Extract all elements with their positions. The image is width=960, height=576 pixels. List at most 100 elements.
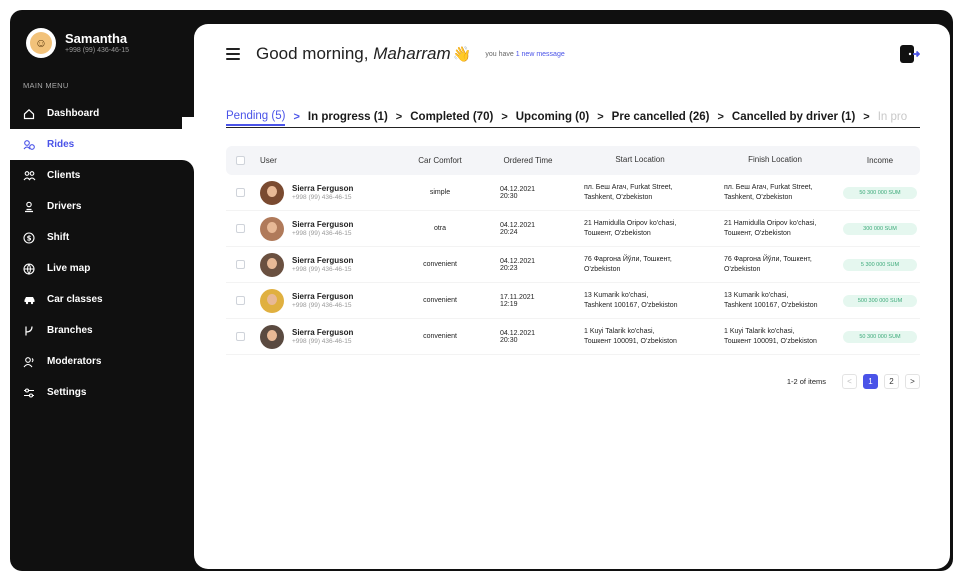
row-checkbox[interactable]: [235, 260, 245, 269]
tab-in-process[interactable]: In pro: [878, 111, 907, 123]
greeting-name: Maharram: [373, 44, 451, 63]
message-prefix: you have: [485, 50, 516, 58]
sidebar-item-label: Rides: [47, 139, 75, 150]
avatar-face-icon: ☺: [30, 32, 52, 54]
income-badge: 50 300 000 SUM: [843, 186, 917, 199]
sidebar-item-moderators[interactable]: Moderators: [10, 346, 194, 377]
chevron-right-icon: >: [501, 110, 508, 123]
user-avatar: [260, 252, 284, 277]
globe-icon: [22, 262, 36, 276]
sidebar-item-car-classes[interactable]: Car classes: [10, 284, 194, 315]
user-name: Sierra Ferguson: [292, 220, 354, 229]
sidebar-item-label: Live map: [47, 263, 91, 274]
sidebar-item-label: Shift: [47, 232, 70, 243]
column-header-finish[interactable]: Finish Location: [710, 155, 840, 165]
branch-icon: [22, 324, 36, 338]
sidebar-item-label: Car classes: [47, 294, 103, 305]
select-all-checkbox[interactable]: [235, 156, 245, 165]
sidebar-item-label: Settings: [47, 387, 87, 398]
car-comfort: otra: [433, 225, 447, 232]
table-row[interactable]: Sierra Ferguson +998 (99) 436-46-15 conven…: [226, 247, 920, 283]
home-icon: [22, 107, 36, 121]
income-badge: 300 000 SUM: [843, 222, 917, 235]
sidebar-item-settings[interactable]: Settings: [10, 377, 194, 408]
user-name: Sierra Ferguson: [292, 292, 354, 301]
table-row[interactable]: Sierra Ferguson +998 (99) 436-46-15 conven…: [226, 283, 920, 319]
user-phone: +998 (99) 436-46-15: [292, 338, 352, 345]
avatar: ☺: [26, 28, 56, 58]
dollar-icon: $: [22, 231, 36, 245]
sidebar-item-label: Drivers: [47, 201, 82, 212]
table-row[interactable]: Sierra Ferguson +998 (99) 436-46-15 otra 04…: [226, 211, 920, 247]
sidebar-item-clients[interactable]: Clients: [10, 160, 194, 191]
driver-icon: [22, 200, 36, 214]
chevron-right-icon: >: [293, 110, 300, 123]
tab-in-progress[interactable]: In progress (1): [308, 111, 388, 123]
moderators-icon: [22, 355, 36, 369]
start-location-line2: Tashkent 100167, O'zbekiston: [584, 301, 678, 309]
finish-location-line2: Тошкент 100091, O'zbekiston: [724, 337, 817, 345]
chevron-right-icon: >: [395, 110, 403, 123]
user-avatar: [260, 324, 284, 349]
column-header-user[interactable]: User: [254, 156, 394, 165]
ordered-time: 20:30: [500, 336, 518, 344]
column-header-comfort[interactable]: Car Comfort: [394, 156, 486, 165]
menu-title: MAIN MENU: [23, 81, 69, 90]
ordered-time: 20:23: [500, 264, 518, 272]
start-location-line2: Тошкент 100091, O'zbekiston: [584, 337, 677, 345]
chevron-right-icon: >: [717, 110, 724, 123]
row-checkbox[interactable]: [235, 332, 245, 341]
sidebar-item-branches[interactable]: Branches: [10, 315, 194, 346]
tab-upcoming[interactable]: Upcoming (0): [516, 111, 589, 123]
start-location-line1: 13 Kumarik ko'chasi,: [584, 292, 649, 300]
row-checkbox[interactable]: [235, 224, 245, 233]
sidebar-item-label: Moderators: [47, 356, 102, 367]
tab-cancelled-by-driver[interactable]: Cancelled by driver (1): [732, 111, 855, 123]
ordered-time: 20:24: [500, 228, 518, 236]
column-header-start[interactable]: Start Location: [570, 155, 710, 165]
next-page-button[interactable]: >: [905, 374, 920, 389]
page-1-button[interactable]: 1: [863, 374, 878, 389]
sidebar-item-shift[interactable]: $ Shift: [10, 222, 194, 253]
income-badge: 50 300 000 SUM: [843, 330, 917, 343]
sidebar-item-dashboard[interactable]: Dashboard: [10, 98, 194, 129]
ordered-date: 04.12.2021: [500, 221, 536, 229]
logout-button[interactable]: [898, 42, 920, 66]
sidebar-item-label: Clients: [47, 170, 81, 181]
start-location-line1: 1 Kuyi Talarik ko'chasi,: [584, 328, 655, 336]
greeting: Good morning, Maharram 👋: [256, 44, 471, 64]
sidebar-item-drivers[interactable]: Drivers: [10, 191, 194, 222]
table-body: Sierra Ferguson +998 (99) 436-46-15 simple…: [226, 175, 920, 355]
hamburger-menu-icon[interactable]: [226, 48, 240, 60]
sidebar-item-label: Dashboard: [47, 108, 100, 119]
user-phone: +998 (99) 436-46-15: [292, 230, 352, 237]
finish-location-line2: Тошкент, O'zbekiston: [724, 229, 791, 237]
tab-pre-cancelled[interactable]: Pre cancelled (26): [612, 111, 710, 123]
table-row[interactable]: Sierra Ferguson +998 (99) 436-46-15 conven…: [226, 319, 920, 355]
ordered-date: 17.11.2021: [500, 293, 535, 301]
new-message-notice: you have 1 new message: [485, 51, 564, 58]
row-checkbox[interactable]: [235, 296, 245, 305]
user-avatar: [260, 288, 284, 313]
row-checkbox[interactable]: [235, 188, 245, 197]
new-message-link[interactable]: 1 new message: [516, 51, 565, 58]
prev-page-button[interactable]: <: [842, 374, 857, 389]
ordered-date: 04.12.2021: [500, 329, 536, 337]
ordered-time: 12:19: [500, 300, 518, 308]
profile[interactable]: ☺ Samantha +998 (99) 436-46-15: [26, 28, 129, 58]
page-2-button[interactable]: 2: [884, 374, 899, 389]
start-location-line1: 76 Фаргона Йўли, Тошкент,: [584, 256, 672, 264]
column-header-time[interactable]: Ordered Time: [486, 156, 570, 165]
column-header-income[interactable]: Income: [840, 156, 920, 165]
finish-location-line2: Tashkent, O'zbekiston: [724, 193, 793, 201]
table-row[interactable]: Sierra Ferguson +998 (99) 436-46-15 simple…: [226, 175, 920, 211]
sidebar-item-rides[interactable]: Rides: [10, 117, 194, 172]
car-comfort: convenient: [423, 333, 457, 340]
sidebar-item-live-map[interactable]: Live map: [10, 253, 194, 284]
tab-completed[interactable]: Completed (70): [410, 111, 493, 123]
start-location-line1: пл. Беш Агач, Furkat Street,: [584, 184, 673, 192]
car-icon: [22, 293, 36, 307]
tab-pending[interactable]: Pending (5): [226, 110, 286, 126]
svg-text:$: $: [27, 234, 32, 242]
settings-icon: [22, 386, 36, 400]
